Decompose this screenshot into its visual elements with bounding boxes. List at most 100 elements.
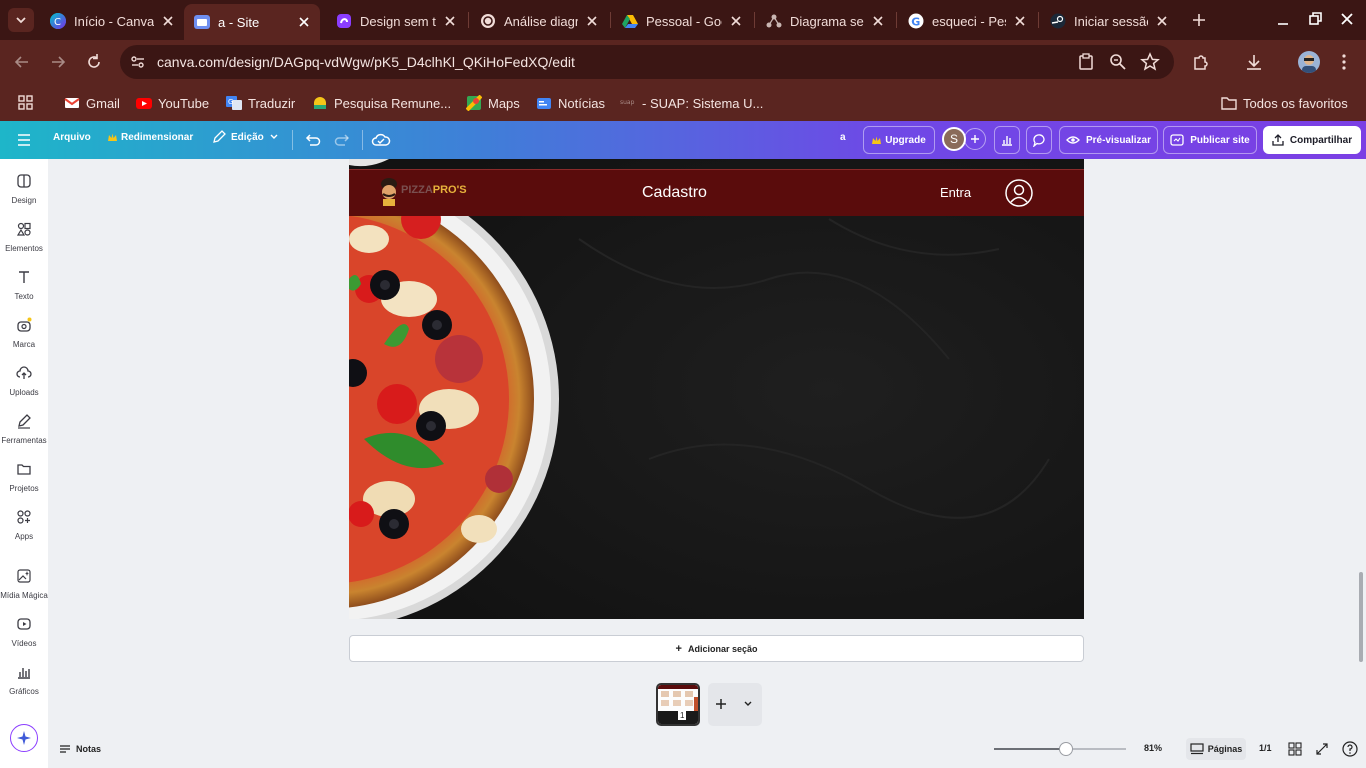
rail-marca[interactable]: Marca <box>0 313 48 357</box>
address-bar[interactable]: canva.com/design/DAGpq-vdWgw/pK5_D4clhKl… <box>120 45 1174 79</box>
file-menu[interactable]: Arquivo <box>53 132 91 143</box>
brand-icon <box>17 317 32 332</box>
bookmark-star-icon[interactable] <box>1140 52 1160 72</box>
rail-videos[interactable]: Vídeos <box>0 612 48 656</box>
rail-graficos[interactable]: Gráficos <box>0 660 48 704</box>
plus-icon <box>971 135 979 143</box>
pages-button[interactable]: Páginas <box>1186 738 1246 760</box>
tab-inicio-canva[interactable]: C Início - Canva <box>40 6 184 36</box>
resize-menu[interactable]: Redimensionar <box>108 132 193 143</box>
cloud-saved-icon[interactable] <box>371 130 391 150</box>
rail-projetos[interactable]: Projetos <box>0 457 48 501</box>
close-icon[interactable] <box>1012 13 1028 29</box>
rail-elementos[interactable]: Elementos <box>0 217 48 261</box>
close-icon[interactable] <box>1154 13 1170 29</box>
apps-grid-icon[interactable] <box>16 93 36 113</box>
tab-design-sem-titulo[interactable]: Design sem título <box>326 6 466 36</box>
undo-icon[interactable] <box>302 130 322 150</box>
rail-label: Vídeos <box>11 639 37 648</box>
bookmark-gmail[interactable]: Gmail <box>64 92 120 114</box>
rail-apps[interactable]: Apps <box>0 505 48 549</box>
tab-separator <box>1038 12 1039 28</box>
rail-uploads[interactable]: Uploads <box>0 361 48 405</box>
profile-avatar[interactable] <box>1298 51 1320 73</box>
fullscreen-icon[interactable] <box>1315 742 1329 756</box>
upgrade-button[interactable]: Upgrade <box>863 126 935 154</box>
download-icon[interactable] <box>1244 52 1264 72</box>
rail-label: Design <box>11 196 37 205</box>
edit-menu[interactable]: Edição <box>212 130 279 144</box>
add-page-button[interactable] <box>708 683 762 726</box>
redo-icon[interactable] <box>333 130 353 150</box>
bookmark-traduzir[interactable]: G Traduzir <box>226 92 295 114</box>
bookmark-noticias[interactable]: Notícias <box>536 92 605 114</box>
close-icon[interactable] <box>296 14 312 30</box>
window-close-icon[interactable] <box>1338 10 1358 30</box>
comments-button[interactable] <box>1026 126 1052 154</box>
canva-design-icon <box>336 13 352 29</box>
close-icon[interactable] <box>584 13 600 29</box>
rail-design[interactable]: Design <box>0 169 48 213</box>
all-bookmarks[interactable]: Todos os favoritos <box>1221 92 1348 114</box>
tab-esqueci-pesquisa[interactable]: G esqueci - Pesquisa Google <box>898 6 1036 36</box>
reload-icon[interactable] <box>84 52 104 72</box>
grid-view-icon[interactable] <box>1288 742 1302 756</box>
tab-google-drive[interactable]: Pessoal - Google Drive <box>612 6 752 36</box>
close-icon[interactable] <box>870 13 886 29</box>
add-collaborator-button[interactable] <box>964 128 986 150</box>
rail-ferramentas[interactable]: Ferramentas <box>0 409 48 453</box>
close-icon[interactable] <box>160 13 176 29</box>
zoom-icon[interactable] <box>1108 52 1128 72</box>
back-icon[interactable] <box>12 52 32 72</box>
bookmark-label: - SUAP: Sistema U... <box>642 95 764 111</box>
new-tab-icon[interactable] <box>1189 10 1209 30</box>
tab-iniciar-sessao[interactable]: Iniciar sessão <box>1040 6 1178 36</box>
bookmark-pesquisa[interactable]: Pesquisa Remune... <box>312 92 451 114</box>
tab-search-icon[interactable] <box>8 8 34 32</box>
add-section-button[interactable]: + Adicionar seção <box>349 635 1084 662</box>
zoom-slider-thumb[interactable] <box>1059 742 1073 756</box>
chef-logo-icon <box>379 178 399 206</box>
forward-icon[interactable] <box>48 52 68 72</box>
browser-menu-icon[interactable] <box>1334 52 1354 72</box>
rail-texto[interactable]: Texto <box>0 265 48 309</box>
close-icon[interactable] <box>442 13 458 29</box>
insights-button[interactable] <box>994 126 1020 154</box>
rail-midia-magica[interactable]: Mídia Mágica <box>0 564 48 608</box>
help-icon[interactable] <box>1342 741 1358 757</box>
plus-icon <box>716 699 752 709</box>
website-page[interactable]: PIZZAPRO'S Cadastro Entra <box>349 159 1084 619</box>
clipboard-icon[interactable] <box>1076 52 1096 72</box>
minimize-icon[interactable] <box>1274 10 1294 30</box>
preview-button[interactable]: Pré-visualizar <box>1059 126 1158 154</box>
canva-icon: C <box>50 13 66 29</box>
video-icon <box>17 618 31 630</box>
zoom-slider[interactable] <box>994 742 1126 756</box>
extensions-icon[interactable] <box>1191 52 1211 72</box>
all-bookmarks-label: Todos os favoritos <box>1243 95 1348 111</box>
magic-assistant-button[interactable] <box>10 724 38 752</box>
bookmark-youtube[interactable]: YouTube <box>136 92 209 114</box>
publish-site-button[interactable]: Publicar site <box>1163 126 1257 154</box>
share-label: Compartilhar <box>1289 134 1353 146</box>
restore-icon[interactable] <box>1306 10 1326 30</box>
login-link[interactable]: Entra <box>940 185 971 200</box>
close-icon[interactable] <box>728 13 744 29</box>
hamburger-menu-icon[interactable] <box>15 130 35 150</box>
bookmark-suap[interactable]: suap - SUAP: Sistema U... <box>620 92 763 114</box>
notes-button[interactable]: Notas <box>58 742 101 756</box>
share-button[interactable]: Compartilhar <box>1263 126 1361 154</box>
tab-diagrama-sem-titulo[interactable]: Diagrama sem título <box>756 6 894 36</box>
design-name[interactable]: a <box>840 132 846 143</box>
user-account-icon[interactable] <box>1005 179 1033 207</box>
page-thumbnail[interactable]: 1 <box>656 683 700 726</box>
zoom-level[interactable]: 81% <box>1144 743 1162 753</box>
tab-a-site[interactable]: a - Site <box>184 4 320 40</box>
bookmark-maps[interactable]: Maps <box>466 92 520 114</box>
tab-title: Design sem título <box>360 13 436 29</box>
tab-analise-diagrama[interactable]: Análise diagrama <box>470 6 608 36</box>
site-info-icon[interactable] <box>128 52 148 72</box>
avatar[interactable]: S <box>942 127 966 151</box>
tab-title: Início - Canva <box>74 13 154 29</box>
canvas-scrollbar[interactable] <box>1359 572 1363 662</box>
